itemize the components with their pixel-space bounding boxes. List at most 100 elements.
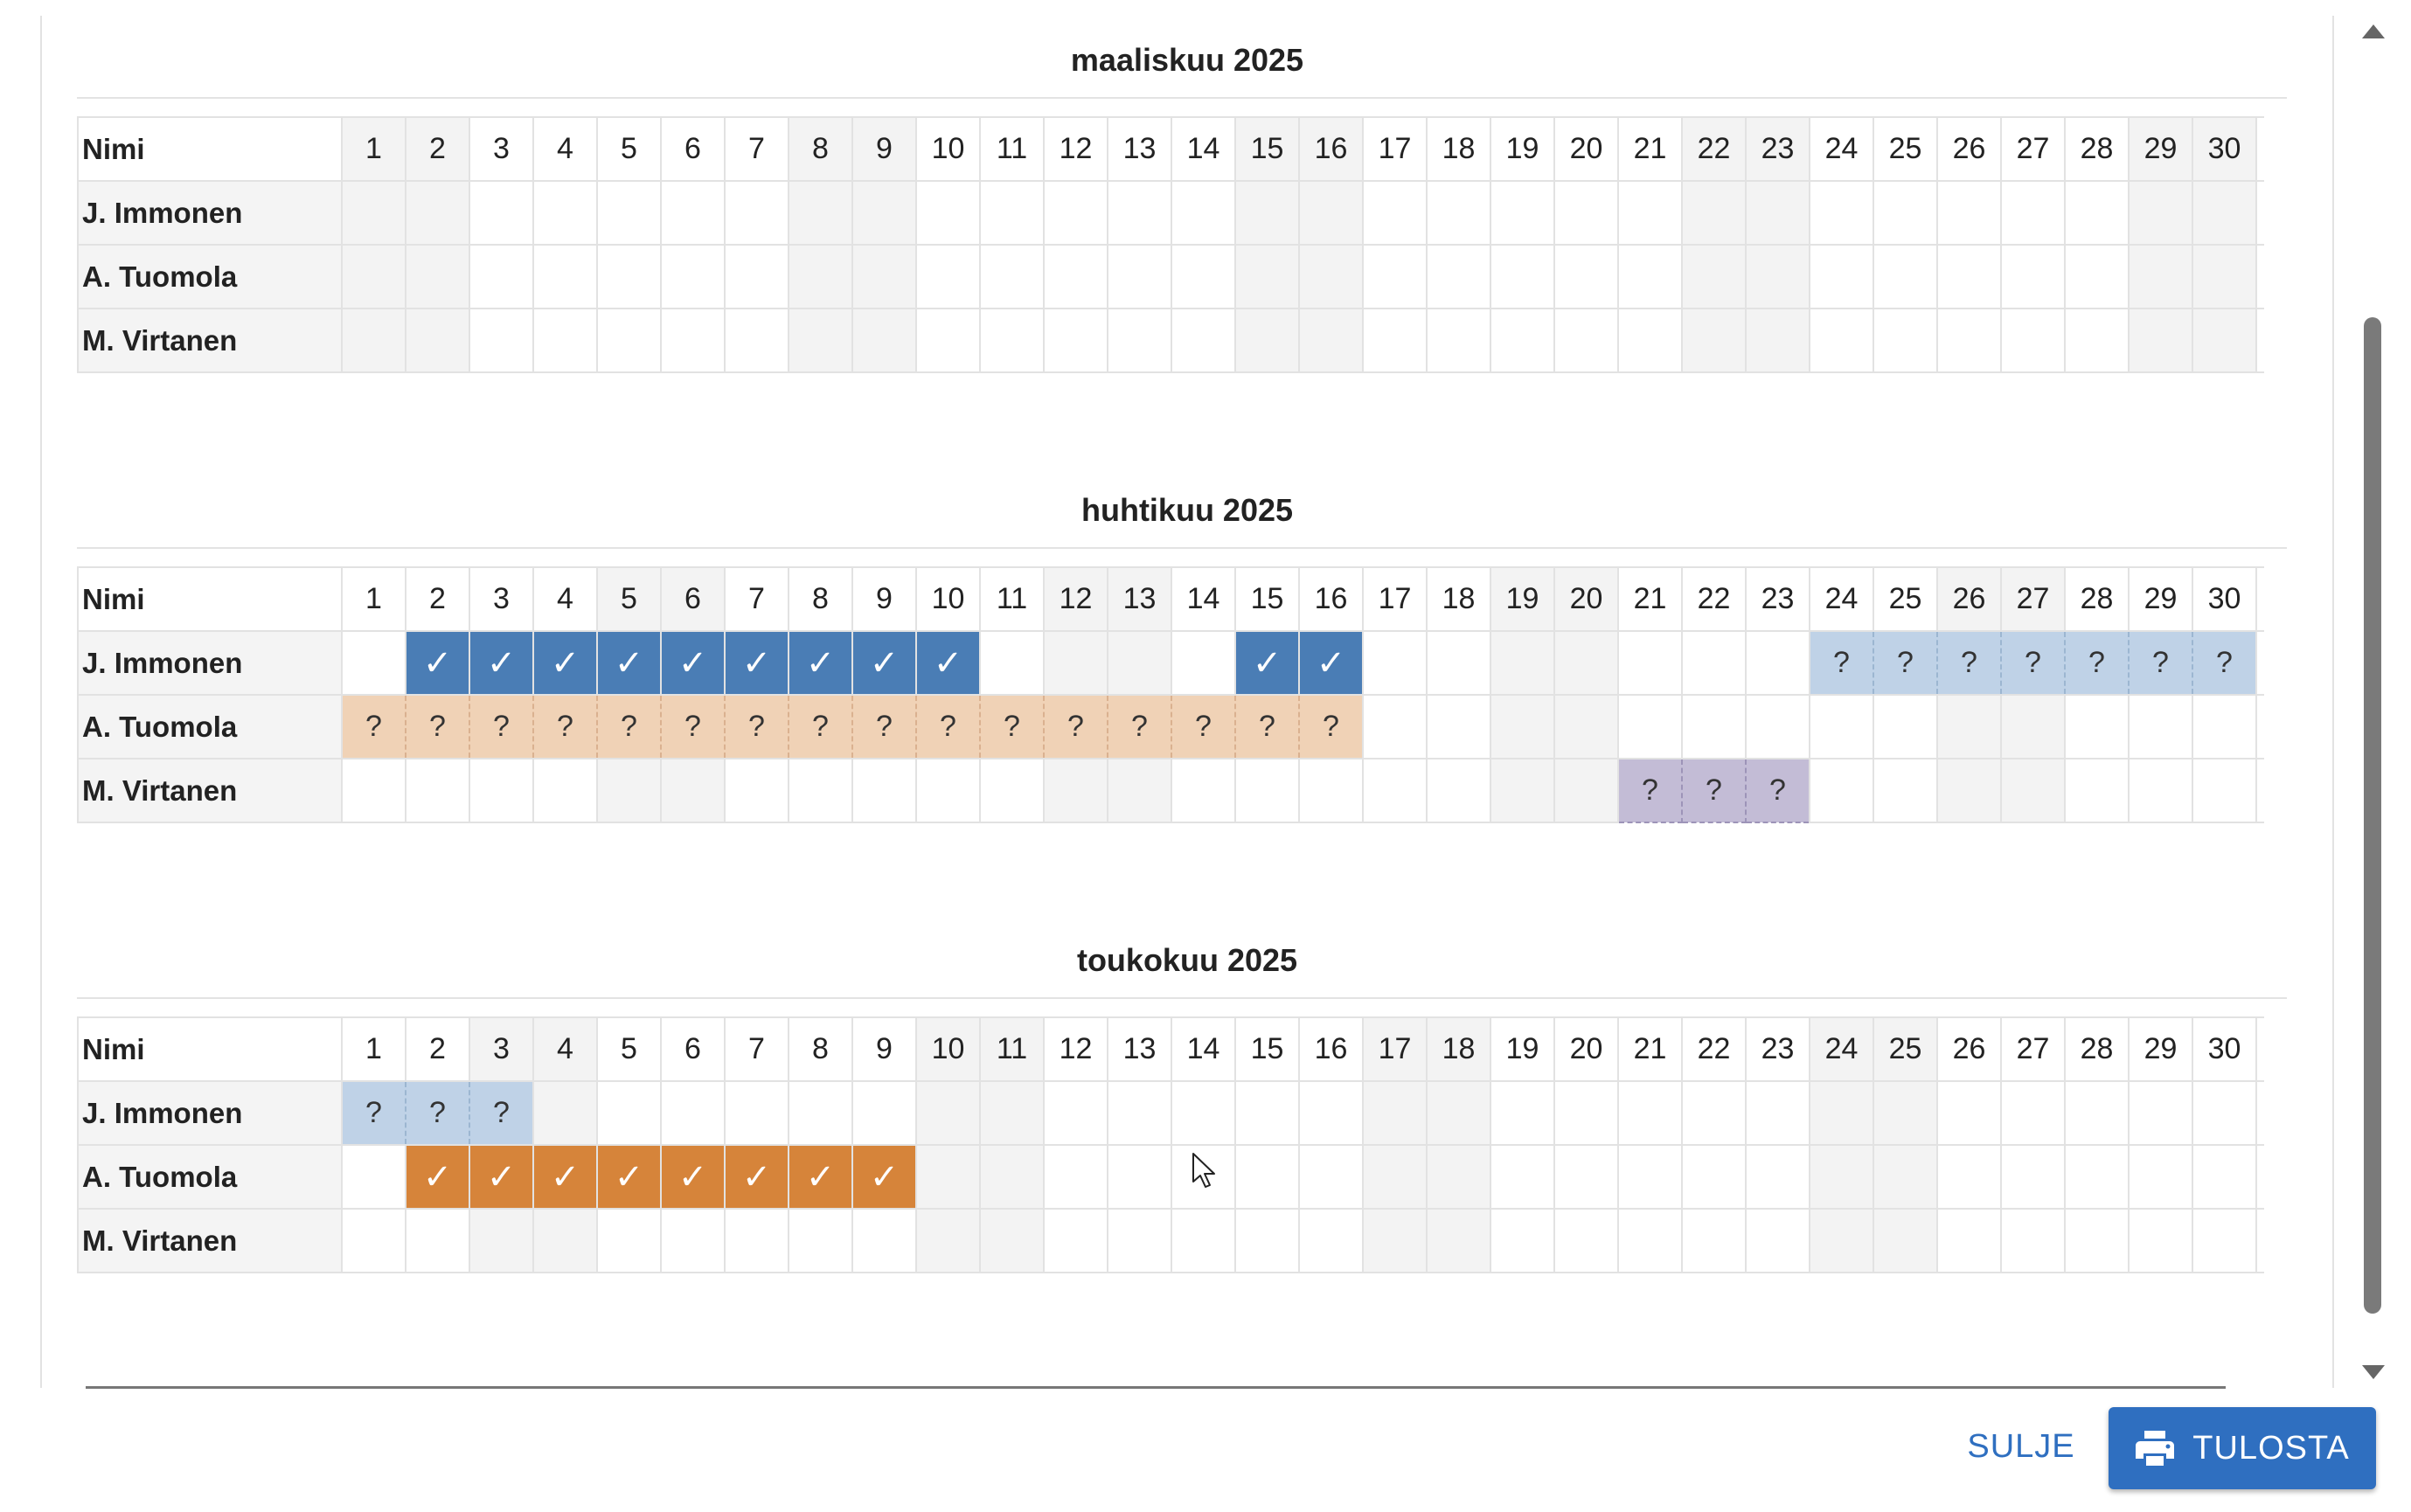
day-cell[interactable]	[724, 758, 789, 823]
day-cell[interactable]	[1362, 1144, 1428, 1210]
day-cell[interactable]	[915, 1208, 981, 1273]
day-cell[interactable]	[1681, 1080, 1747, 1146]
day-cell[interactable]	[1171, 1208, 1236, 1273]
booking-cell[interactable]: ?	[915, 694, 981, 759]
booking-cell[interactable]: ✓	[596, 1144, 662, 1210]
scrollbar-thumb[interactable]	[2364, 317, 2381, 1314]
day-cell[interactable]	[596, 1080, 662, 1146]
day-cell[interactable]	[2128, 758, 2193, 823]
day-cell[interactable]	[979, 1080, 1045, 1146]
day-cell[interactable]	[1426, 1080, 1491, 1146]
day-cell[interactable]	[1298, 308, 1364, 373]
booking-cell[interactable]: ?	[1234, 694, 1300, 759]
day-cell[interactable]	[469, 244, 534, 309]
day-cell[interactable]	[1809, 1080, 1874, 1146]
day-cell[interactable]	[2000, 1208, 2066, 1273]
day-cell[interactable]	[788, 244, 853, 309]
day-cell[interactable]	[341, 1208, 406, 1273]
day-cell[interactable]	[2064, 180, 2130, 246]
day-cell[interactable]	[1043, 244, 1108, 309]
day-cell[interactable]	[469, 1208, 534, 1273]
day-cell[interactable]	[724, 1080, 789, 1146]
day-cell[interactable]	[1553, 694, 1619, 759]
day-cell[interactable]	[1490, 694, 1555, 759]
day-cell[interactable]	[1809, 244, 1874, 309]
day-cell[interactable]	[915, 1144, 981, 1210]
booking-cell[interactable]: ?	[1171, 694, 1236, 759]
day-cell[interactable]	[851, 1080, 917, 1146]
day-cell[interactable]	[1490, 308, 1555, 373]
day-cell[interactable]	[724, 308, 789, 373]
day-cell[interactable]	[1936, 308, 2002, 373]
booking-cell[interactable]: ?	[1298, 694, 1364, 759]
day-cell[interactable]	[1809, 1144, 1874, 1210]
booking-cell[interactable]: ?	[1936, 630, 2002, 696]
day-cell[interactable]	[596, 180, 662, 246]
day-cell[interactable]	[979, 630, 1045, 696]
day-cell[interactable]	[405, 758, 470, 823]
booking-cell[interactable]: ✓	[788, 630, 853, 696]
booking-cell[interactable]: ?	[469, 694, 534, 759]
calendar-scroll-area[interactable]: maaliskuu 2025 Nimi 1 2 3 4 5 6 7 8 9 10 11 12 13 14 15…	[40, 16, 2334, 1388]
day-cell[interactable]	[1043, 308, 1108, 373]
day-cell[interactable]	[1107, 630, 1172, 696]
day-cell[interactable]	[1809, 758, 1874, 823]
day-cell[interactable]	[2000, 244, 2066, 309]
booking-cell[interactable]: ✓	[469, 1144, 534, 1210]
day-cell[interactable]	[1171, 630, 1236, 696]
day-cell[interactable]	[1873, 1208, 1938, 1273]
day-cell[interactable]	[1234, 1208, 1300, 1273]
day-cell[interactable]	[1553, 1144, 1619, 1210]
day-cell[interactable]	[788, 1208, 853, 1273]
day-cell[interactable]	[1617, 1144, 1683, 1210]
day-cell[interactable]	[2192, 1144, 2257, 1210]
day-cell[interactable]	[724, 244, 789, 309]
day-cell[interactable]	[1617, 180, 1683, 246]
day-cell[interactable]	[1681, 1144, 1747, 1210]
day-cell[interactable]	[2192, 244, 2257, 309]
day-cell[interactable]	[1745, 1144, 1810, 1210]
booking-cell[interactable]: ✓	[724, 1144, 789, 1210]
day-cell[interactable]	[660, 1208, 726, 1273]
day-cell[interactable]	[724, 180, 789, 246]
booking-cell[interactable]: ?	[596, 694, 662, 759]
day-cell[interactable]	[1234, 758, 1300, 823]
day-cell[interactable]	[1745, 630, 1810, 696]
booking-cell[interactable]: ?	[660, 694, 726, 759]
day-cell[interactable]	[1617, 244, 1683, 309]
booking-cell[interactable]: ?	[2000, 630, 2066, 696]
day-cell[interactable]	[1681, 180, 1747, 246]
day-cell[interactable]	[851, 1208, 917, 1273]
booking-cell[interactable]: ✓	[405, 1144, 470, 1210]
day-cell[interactable]	[979, 1208, 1045, 1273]
day-cell[interactable]	[660, 1080, 726, 1146]
day-cell[interactable]	[1298, 244, 1364, 309]
day-cell[interactable]	[1490, 1208, 1555, 1273]
day-cell[interactable]	[341, 308, 406, 373]
day-cell[interactable]	[1617, 1208, 1683, 1273]
day-cell[interactable]	[1745, 1208, 1810, 1273]
booking-cell[interactable]: ✓	[660, 1144, 726, 1210]
booking-cell[interactable]: ✓	[532, 630, 598, 696]
day-cell[interactable]	[1426, 758, 1491, 823]
booking-cell[interactable]: ?	[1107, 694, 1172, 759]
day-cell[interactable]	[1490, 630, 1555, 696]
booking-cell[interactable]: ✓	[660, 630, 726, 696]
day-cell[interactable]	[2000, 180, 2066, 246]
day-cell[interactable]	[2128, 180, 2193, 246]
day-cell[interactable]	[532, 180, 598, 246]
day-cell[interactable]	[341, 630, 406, 696]
booking-cell[interactable]: ?	[1745, 758, 1810, 823]
day-cell[interactable]	[915, 1080, 981, 1146]
day-cell[interactable]	[660, 244, 726, 309]
day-cell[interactable]	[1362, 308, 1428, 373]
day-cell[interactable]	[1362, 244, 1428, 309]
day-cell[interactable]	[2064, 308, 2130, 373]
day-cell[interactable]	[979, 244, 1045, 309]
day-cell[interactable]	[1362, 694, 1428, 759]
day-cell[interactable]	[1745, 1080, 1810, 1146]
day-cell[interactable]	[1681, 1208, 1747, 1273]
day-cell[interactable]	[469, 180, 534, 246]
day-cell[interactable]	[1873, 694, 1938, 759]
booking-cell[interactable]: ?	[851, 694, 917, 759]
